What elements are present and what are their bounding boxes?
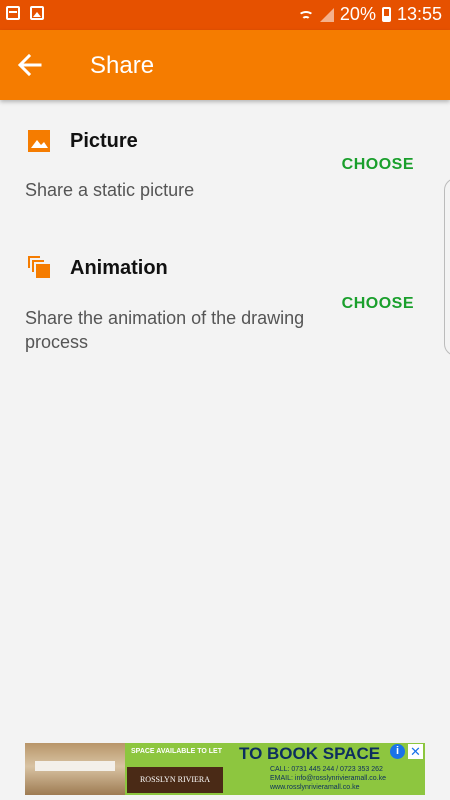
picture-icon [28, 130, 50, 152]
calendar-icon [6, 6, 20, 20]
option-description: Share a static picture [25, 180, 195, 200]
option-title: Picture [70, 130, 138, 152]
share-option-picture[interactable]: Picture CHOOSE Share a static picture [0, 100, 450, 225]
info-icon[interactable]: i [390, 744, 405, 759]
back-button[interactable] [12, 47, 48, 83]
ad-logo: ROSSLYN RIVIERA [127, 767, 223, 793]
ad-website: www.rosslynrivieramall.co.ke [270, 784, 360, 791]
ad-contact: CALL: 0731 445 244 / 0723 353 262 EMAIL:… [270, 765, 386, 792]
arrow-back-icon [17, 53, 42, 77]
app-bar: Share [0, 30, 450, 100]
close-icon[interactable]: ✕ [408, 744, 423, 759]
choose-button[interactable]: CHOOSE [342, 295, 414, 313]
option-title: Animation [70, 257, 168, 279]
page-title: Share [90, 52, 155, 79]
choose-button[interactable]: CHOOSE [342, 156, 414, 174]
ad-call: CALL: 0731 445 244 / 0723 353 262 [270, 766, 383, 773]
clock: 13:55 [396, 4, 442, 24]
wifi-icon [297, 7, 314, 23]
option-description: Share the animation of the drawing proce… [25, 308, 305, 352]
ad-email: EMAIL: info@rosslynrivieramall.co.ke [270, 775, 387, 782]
status-notifications [6, 6, 44, 20]
status-bar: 20% 13:55 [0, 0, 450, 30]
edge-panel-handle[interactable] [444, 178, 450, 356]
status-system: 20% 13:55 [297, 4, 442, 25]
ad-controls: i ✕ [390, 744, 423, 759]
animation-icon [28, 256, 50, 278]
share-option-animation[interactable]: Animation CHOOSE Share the animation of … [0, 225, 450, 365]
image-icon [30, 6, 44, 20]
battery-icon [381, 7, 391, 22]
signal-icon [319, 7, 334, 22]
ad-photo [25, 743, 125, 795]
ad-banner[interactable]: SPACE AVAILABLE TO LET ROSSLYN RIVIERA T… [25, 743, 425, 795]
battery-percent: 20% [339, 4, 376, 24]
ad-headline: TO BOOK SPACE [239, 744, 381, 763]
ad-subheading: SPACE AVAILABLE TO LET [131, 748, 223, 755]
